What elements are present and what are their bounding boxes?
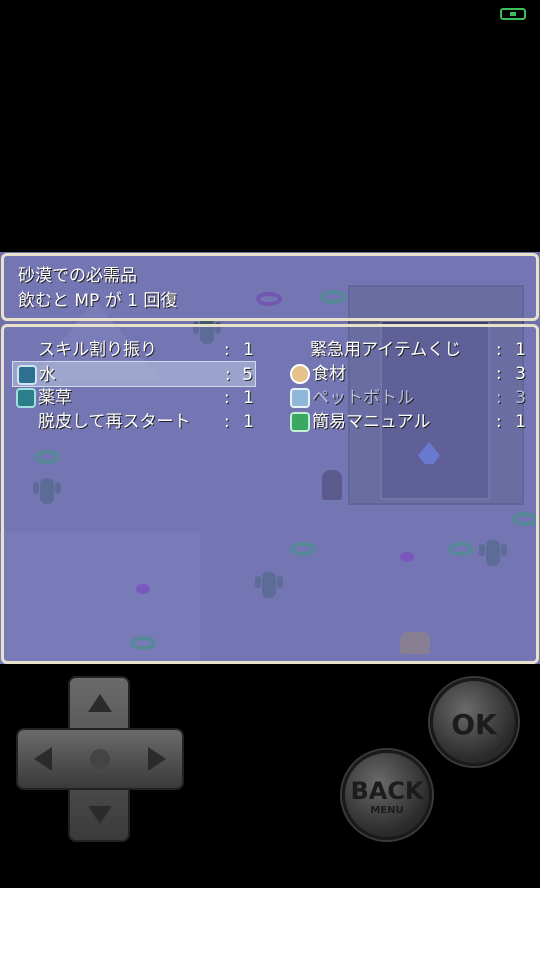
item-slot[interactable]: スキル割り振り : 1 [14, 337, 258, 363]
help-text-line-1: 砂漠での必需品 [18, 266, 137, 286]
item-colon: : [496, 388, 502, 408]
arrow-right-icon[interactable] [148, 747, 166, 771]
item-count: 1 [243, 340, 254, 360]
item-name: 薬草 [38, 388, 72, 408]
item-slot-disabled[interactable]: ペットボトル : 3 [286, 385, 530, 411]
dpad-center [90, 749, 110, 769]
arrow-up-icon[interactable] [88, 694, 112, 712]
help-text-line-2: 飲むと MP が 1 回復 [18, 291, 178, 311]
battery-icon [500, 8, 526, 20]
item-slot[interactable]: 脱皮して再スタート : 1 [14, 409, 258, 435]
menu-sub-label: MENU [370, 805, 404, 816]
arrow-down-icon[interactable] [88, 806, 112, 824]
item-count: 3 [515, 388, 526, 408]
item-count: 1 [243, 412, 254, 432]
item-colon: : [496, 364, 502, 384]
item-count: 1 [243, 388, 254, 408]
food-icon [290, 364, 310, 384]
back-menu-button[interactable]: BACK MENU [342, 750, 432, 840]
item-colon: : [224, 340, 230, 360]
item-count: 3 [515, 364, 526, 384]
manual-icon [290, 412, 310, 432]
item-colon: : [224, 388, 230, 408]
bottom-white-area [0, 888, 540, 960]
top-black-area [0, 0, 540, 252]
arrow-left-icon[interactable] [34, 747, 52, 771]
item-count: 1 [515, 412, 526, 432]
item-slot[interactable]: 簡易マニュアル : 1 [286, 409, 530, 435]
item-name: 脱皮して再スタート [38, 412, 191, 432]
help-window: 砂漠での必需品 飲むと MP が 1 回復 [1, 253, 539, 321]
water-icon [17, 365, 37, 385]
item-colon: : [496, 412, 502, 432]
item-name: 食材 [312, 364, 346, 384]
item-name: ペットボトル [312, 388, 414, 408]
ok-button[interactable]: OK [430, 678, 518, 766]
item-colon: : [224, 412, 230, 432]
bottle-icon [290, 388, 310, 408]
item-count: 1 [515, 340, 526, 360]
item-slot-selected[interactable]: 水 : 5 [12, 361, 256, 387]
item-name: スキル割り振り [38, 340, 157, 360]
item-name: 簡易マニュアル [312, 412, 431, 432]
item-name: 緊急用アイテムくじ [310, 340, 462, 360]
back-label: BACK [350, 777, 424, 805]
item-list-window: スキル割り振り : 1 緊急用アイテムくじ : 1 水 : 5 食材 : 3 薬… [1, 324, 539, 664]
herb-icon [16, 388, 36, 408]
item-slot[interactable]: 薬草 : 1 [14, 385, 258, 411]
item-slot[interactable]: 緊急用アイテムくじ : 1 [286, 337, 530, 363]
item-slot[interactable]: 食材 : 3 [286, 361, 530, 387]
item-colon: : [496, 340, 502, 360]
